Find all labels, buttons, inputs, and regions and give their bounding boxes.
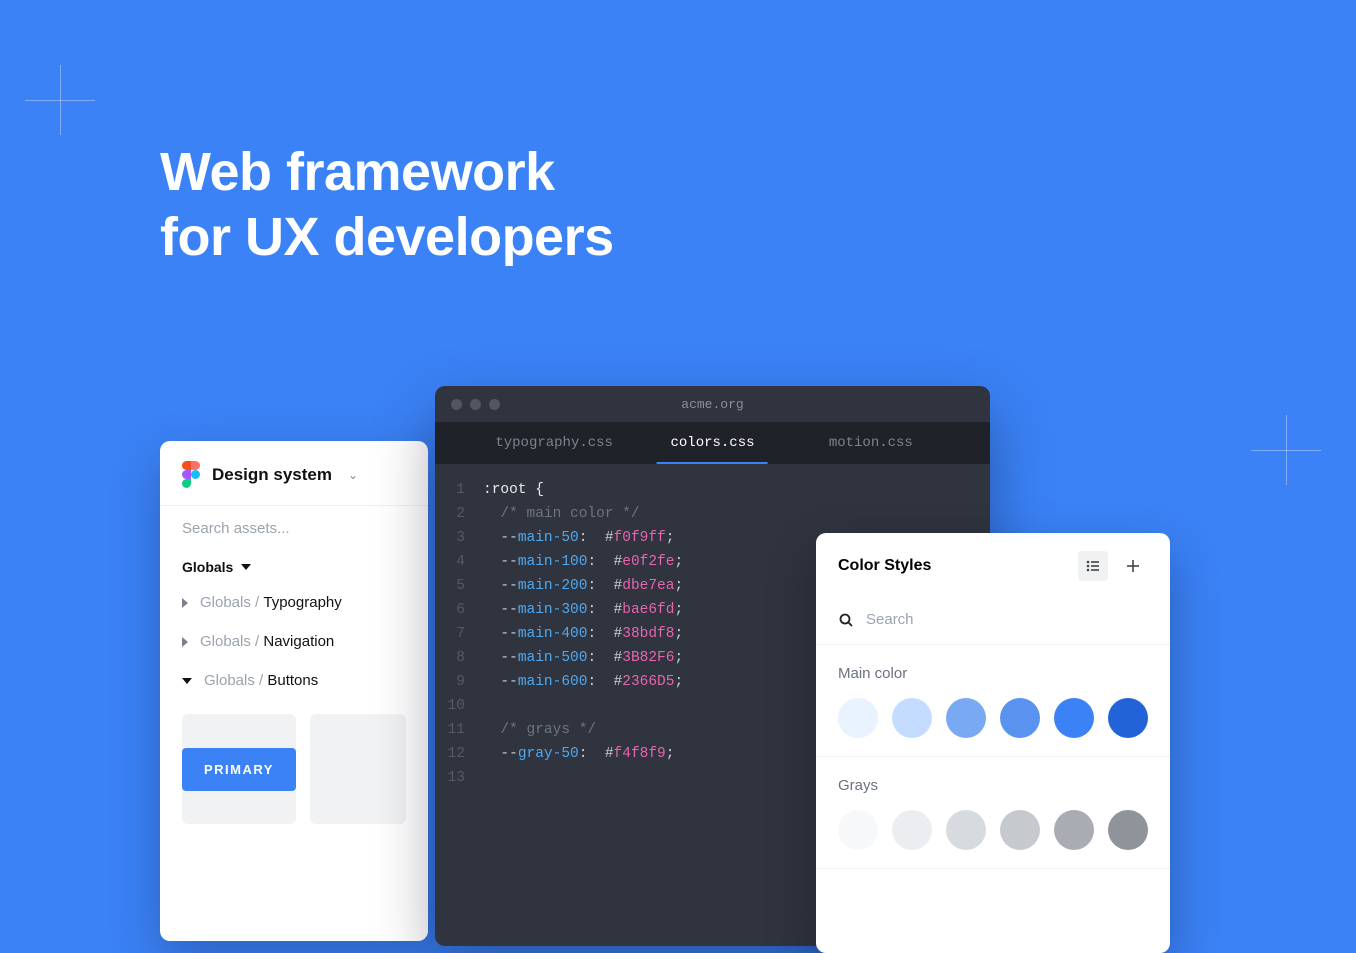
code-content: --main-300: #bae6fd; bbox=[483, 598, 683, 622]
tab-typography[interactable]: typography.css bbox=[475, 422, 633, 464]
color-group: Grays bbox=[816, 757, 1170, 869]
code-content: --main-100: #e0f2fe; bbox=[483, 550, 683, 574]
design-system-header[interactable]: Design system ⌄ bbox=[160, 441, 428, 505]
code-content: --main-600: #2366D5; bbox=[483, 670, 683, 694]
asset-leaf: Navigation bbox=[263, 633, 334, 650]
color-swatch[interactable] bbox=[838, 698, 878, 738]
component-card-secondary[interactable] bbox=[310, 714, 406, 824]
design-system-panel: Design system ⌄ Search assets... Globals… bbox=[160, 441, 428, 941]
color-swatch[interactable] bbox=[1108, 810, 1148, 850]
code-content: --gray-50: #f4f8f9; bbox=[483, 742, 674, 766]
caret-down-icon bbox=[241, 564, 251, 570]
color-group-title: Main color bbox=[838, 665, 1148, 682]
swatch-row bbox=[838, 698, 1148, 738]
swatch-row bbox=[838, 810, 1148, 850]
window-controls[interactable] bbox=[451, 399, 500, 410]
line-number: 4 bbox=[435, 550, 483, 574]
component-cards: PRIMARY bbox=[160, 700, 428, 838]
search-placeholder: Search bbox=[866, 611, 914, 628]
primary-button-preview: PRIMARY bbox=[182, 748, 296, 791]
color-group: Main color bbox=[816, 645, 1170, 757]
asset-leaf: Typography bbox=[263, 594, 341, 611]
line-number: 1 bbox=[435, 478, 483, 502]
color-swatch[interactable] bbox=[1108, 698, 1148, 738]
color-group-title: Grays bbox=[838, 777, 1148, 794]
color-styles-title: Color Styles bbox=[838, 557, 1068, 575]
color-swatch[interactable] bbox=[946, 698, 986, 738]
line-number: 5 bbox=[435, 574, 483, 598]
asset-leaf: Buttons bbox=[267, 672, 318, 689]
hero-line-2: for UX developers bbox=[160, 207, 614, 267]
color-swatch[interactable] bbox=[892, 810, 932, 850]
asset-item-buttons[interactable]: Globals / Buttons bbox=[160, 661, 428, 700]
line-number: 13 bbox=[435, 766, 483, 790]
hero-line-1: Web framework bbox=[160, 142, 555, 202]
search-icon bbox=[838, 612, 854, 628]
color-swatch[interactable] bbox=[946, 810, 986, 850]
line-number: 7 bbox=[435, 622, 483, 646]
line-number: 6 bbox=[435, 598, 483, 622]
asset-item-navigation[interactable]: Globals / Navigation bbox=[160, 622, 428, 661]
color-swatch[interactable] bbox=[1000, 810, 1040, 850]
color-swatch[interactable] bbox=[838, 810, 878, 850]
figma-logo-icon bbox=[182, 461, 200, 489]
tab-colors[interactable]: colors.css bbox=[633, 422, 791, 464]
color-styles-header: Color Styles bbox=[816, 533, 1170, 599]
line-number: 9 bbox=[435, 670, 483, 694]
color-swatch[interactable] bbox=[1000, 698, 1040, 738]
line-number: 10 bbox=[435, 694, 483, 718]
asset-path: Globals / bbox=[200, 594, 263, 611]
design-system-title: Design system bbox=[212, 465, 332, 485]
code-content: --main-50: #f0f9ff; bbox=[483, 526, 674, 550]
code-content: --main-400: #38bdf8; bbox=[483, 622, 683, 646]
chevron-down-icon: ⌄ bbox=[348, 468, 358, 482]
line-number: 11 bbox=[435, 718, 483, 742]
code-content: /* grays */ bbox=[483, 718, 596, 742]
section-label: Globals bbox=[182, 559, 233, 575]
line-number: 3 bbox=[435, 526, 483, 550]
asset-item-typography[interactable]: Globals / Typography bbox=[160, 583, 428, 622]
triangle-down-icon bbox=[182, 678, 192, 684]
add-style-button[interactable] bbox=[1118, 551, 1148, 581]
triangle-right-icon bbox=[182, 637, 188, 647]
color-swatch[interactable] bbox=[892, 698, 932, 738]
line-number: 8 bbox=[435, 646, 483, 670]
asset-path: Globals / bbox=[200, 633, 263, 650]
code-line: 2 /* main color */ bbox=[435, 502, 990, 526]
list-view-button[interactable] bbox=[1078, 551, 1108, 581]
plus-icon bbox=[1125, 558, 1141, 574]
tab-motion[interactable]: motion.css bbox=[792, 422, 950, 464]
color-swatch[interactable] bbox=[1054, 698, 1094, 738]
search-assets-input[interactable]: Search assets... bbox=[160, 505, 428, 545]
asset-path: Globals / bbox=[204, 672, 267, 689]
code-content: --main-500: #3B82F6; bbox=[483, 646, 683, 670]
globals-section-header[interactable]: Globals bbox=[160, 545, 428, 583]
list-icon bbox=[1085, 558, 1101, 574]
color-swatch[interactable] bbox=[1054, 810, 1094, 850]
code-content: --main-200: #dbe7ea; bbox=[483, 574, 683, 598]
window-title: acme.org bbox=[681, 397, 743, 412]
line-number: 12 bbox=[435, 742, 483, 766]
line-number: 2 bbox=[435, 502, 483, 526]
code-line: 1:root { bbox=[435, 478, 990, 502]
editor-tabs: typography.css colors.css motion.css bbox=[435, 422, 990, 464]
color-search-input[interactable]: Search bbox=[816, 599, 1170, 645]
component-card-primary[interactable]: PRIMARY bbox=[182, 714, 296, 824]
color-styles-panel: Color Styles Search Main color Grays bbox=[816, 533, 1170, 953]
code-content: :root { bbox=[483, 478, 544, 502]
code-content: /* main color */ bbox=[483, 502, 640, 526]
hero-heading: Web framework for UX developers bbox=[160, 140, 614, 270]
editor-titlebar: acme.org bbox=[435, 386, 990, 422]
triangle-right-icon bbox=[182, 598, 188, 608]
